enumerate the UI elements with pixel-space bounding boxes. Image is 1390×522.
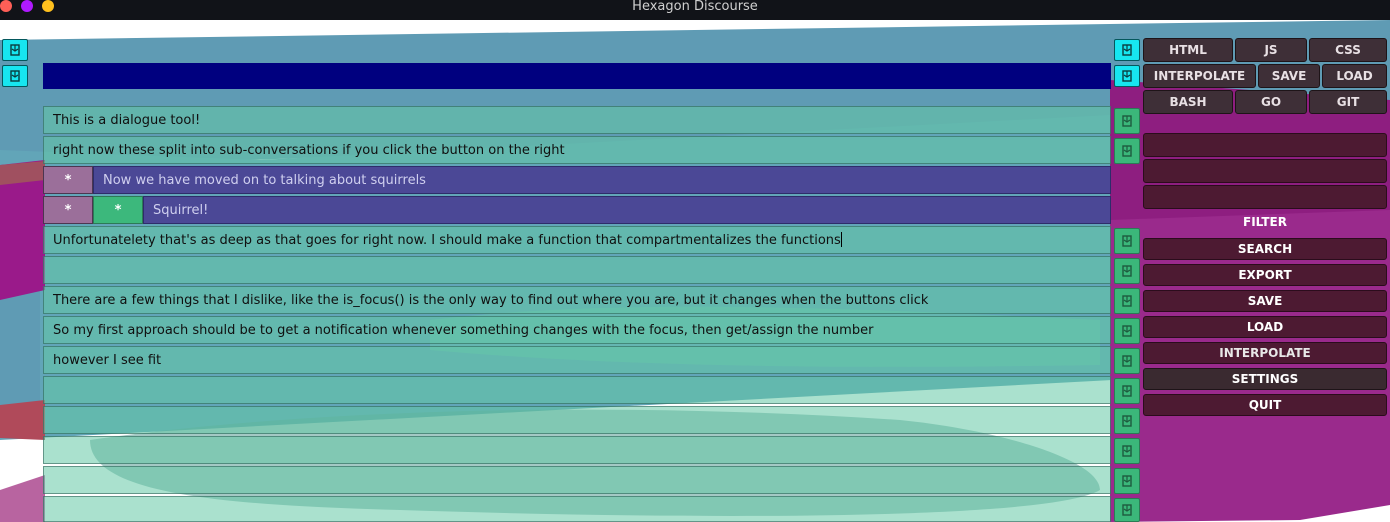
split-icon xyxy=(1122,475,1132,487)
split-icon xyxy=(10,70,20,82)
dialogue-text: There are a few things that I dislike, l… xyxy=(53,293,929,308)
row-split-button[interactable] xyxy=(1114,318,1140,344)
dialogue-row[interactable]: This is a dialogue tool! xyxy=(43,106,1111,134)
subconversation-marker-nested[interactable]: * xyxy=(93,196,143,224)
conversation-header-bar[interactable] xyxy=(43,63,1111,89)
split-icon xyxy=(1122,44,1132,56)
search-button[interactable]: SEARCH xyxy=(1143,238,1387,260)
load-tool-button[interactable]: LOAD xyxy=(1322,64,1387,88)
dialogue-text: So my first approach should be to get a … xyxy=(53,323,874,338)
left-split-button-2[interactable] xyxy=(2,65,28,87)
dialogue-text: right now these split into sub-conversat… xyxy=(53,143,565,158)
dialogue-row[interactable] xyxy=(43,406,1111,434)
subconversation-text: Squirrel! xyxy=(153,203,209,218)
dialogue-text: Unfortunatelety that's as deep as that g… xyxy=(53,233,841,248)
save-button[interactable]: SAVE xyxy=(1143,290,1387,312)
dialogue-row[interactable] xyxy=(43,376,1111,404)
split-icon xyxy=(1122,504,1132,516)
text-cursor xyxy=(840,232,842,247)
window-minimize-button[interactable] xyxy=(21,0,33,12)
split-icon xyxy=(1122,235,1132,247)
dialogue-row[interactable] xyxy=(43,436,1111,464)
git-button[interactable]: GIT xyxy=(1309,90,1387,114)
save-tool-button[interactable]: SAVE xyxy=(1258,64,1320,88)
split-icon xyxy=(1122,385,1132,397)
subconversation-row[interactable]: Now we have moved on to talking about sq… xyxy=(93,166,1111,194)
row-split-button[interactable] xyxy=(1114,438,1140,464)
js-button[interactable]: JS xyxy=(1235,38,1307,62)
row-split-button[interactable] xyxy=(1114,408,1140,434)
split-icon xyxy=(1122,115,1132,127)
interpolate-tool-button[interactable]: INTERPOLATE xyxy=(1143,64,1256,88)
subconversation-text: Now we have moved on to talking about sq… xyxy=(103,173,426,188)
row-split-button[interactable] xyxy=(1114,498,1140,522)
quit-button[interactable]: QUIT xyxy=(1143,394,1387,416)
split-icon xyxy=(1122,265,1132,277)
split-icon xyxy=(1122,415,1132,427)
dialogue-row[interactable]: however I see fit xyxy=(43,346,1111,374)
panel-input-1[interactable] xyxy=(1143,133,1387,157)
row-split-button[interactable] xyxy=(1114,258,1140,284)
row-split-button[interactable] xyxy=(1114,348,1140,374)
left-split-button-1[interactable] xyxy=(2,39,28,61)
split-icon xyxy=(1122,355,1132,367)
settings-button[interactable]: SETTINGS xyxy=(1143,368,1387,390)
window-title: Hexagon Discourse xyxy=(632,0,758,14)
dialogue-text: This is a dialogue tool! xyxy=(53,113,201,128)
dialogue-row[interactable] xyxy=(43,256,1111,284)
subconversation-marker[interactable]: * xyxy=(43,166,93,194)
dialogue-row-active[interactable]: Unfortunatelety that's as deep as that g… xyxy=(43,226,1111,254)
window-maximize-button[interactable] xyxy=(42,0,54,12)
row-split-button[interactable] xyxy=(1114,138,1140,164)
load-button[interactable]: LOAD xyxy=(1143,316,1387,338)
row-split-button[interactable] xyxy=(1114,288,1140,314)
split-icon xyxy=(1122,325,1132,337)
subconversation-marker[interactable]: * xyxy=(43,196,93,224)
interpolate-button[interactable]: INTERPOLATE xyxy=(1143,342,1387,364)
panel-input-3[interactable] xyxy=(1143,185,1387,209)
dialogue-row[interactable]: right now these split into sub-conversat… xyxy=(43,136,1111,164)
bash-button[interactable]: BASH xyxy=(1143,90,1233,114)
split-icon xyxy=(10,44,20,56)
html-button[interactable]: HTML xyxy=(1143,38,1233,62)
dialogue-row[interactable]: So my first approach should be to get a … xyxy=(43,316,1111,344)
dialogue-row[interactable] xyxy=(43,466,1111,494)
header-split-button-1[interactable] xyxy=(1114,39,1140,61)
split-icon xyxy=(1122,145,1132,157)
window-close-button[interactable] xyxy=(0,0,12,12)
row-split-button[interactable] xyxy=(1114,228,1140,254)
split-icon xyxy=(1122,295,1132,307)
panel-input-2[interactable] xyxy=(1143,159,1387,183)
window-titlebar: Hexagon Discourse xyxy=(0,0,1390,20)
dialogue-row[interactable] xyxy=(43,496,1111,522)
row-split-button[interactable] xyxy=(1114,378,1140,404)
dialogue-row[interactable]: There are a few things that I dislike, l… xyxy=(43,286,1111,314)
row-split-button[interactable] xyxy=(1114,468,1140,494)
css-button[interactable]: CSS xyxy=(1309,38,1387,62)
dialogue-text: however I see fit xyxy=(53,353,162,368)
filter-button[interactable]: FILTER xyxy=(1143,212,1387,234)
row-split-button[interactable] xyxy=(1114,108,1140,134)
export-button[interactable]: EXPORT xyxy=(1143,264,1387,286)
split-icon xyxy=(1122,445,1132,457)
go-button[interactable]: GO xyxy=(1235,90,1307,114)
split-icon xyxy=(1122,70,1132,82)
header-split-button-2[interactable] xyxy=(1114,65,1140,87)
subconversation-row[interactable]: Squirrel! xyxy=(143,196,1111,224)
